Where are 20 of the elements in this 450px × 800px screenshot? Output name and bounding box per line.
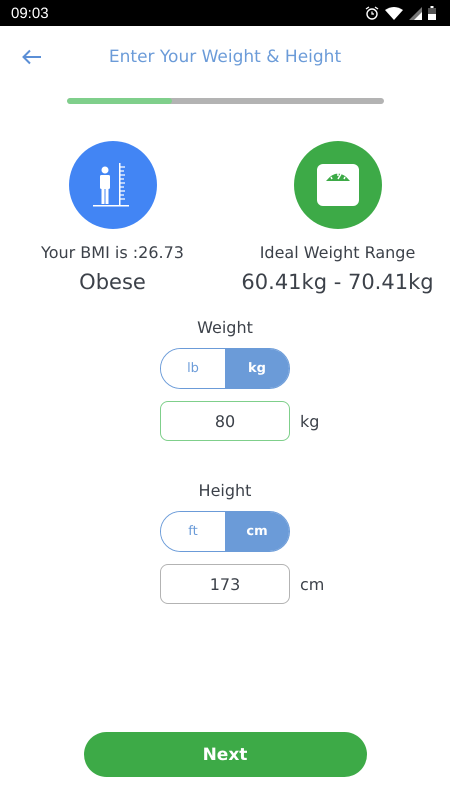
scale-icon — [316, 164, 358, 206]
unit-option[interactable]: cm — [225, 512, 289, 551]
input-field[interactable]: 173 — [160, 564, 290, 604]
result-label: Ideal Weight Range — [260, 243, 416, 262]
alarm-icon — [365, 6, 379, 20]
wifi-icon — [385, 6, 403, 20]
result-label: Your BMI is :26.73 — [41, 243, 184, 262]
status-time: 09:03 — [11, 4, 49, 22]
unit-option[interactable]: kg — [225, 349, 289, 388]
field-label: Height — [198, 481, 252, 500]
next-button[interactable]: Next — [84, 732, 366, 777]
field-label: Weight — [197, 318, 253, 337]
result-value: Obese — [79, 270, 146, 294]
unit-label: cm — [300, 574, 326, 594]
screen-title: Enter Your Weight & Height — [108, 47, 342, 67]
signal-icon — [409, 6, 422, 20]
input-field[interactable]: 80 — [160, 401, 290, 441]
result-value: 60.41kg - 70.41kg — [241, 270, 434, 294]
unit-label: kg — [300, 412, 320, 430]
battery-icon — [428, 6, 436, 20]
